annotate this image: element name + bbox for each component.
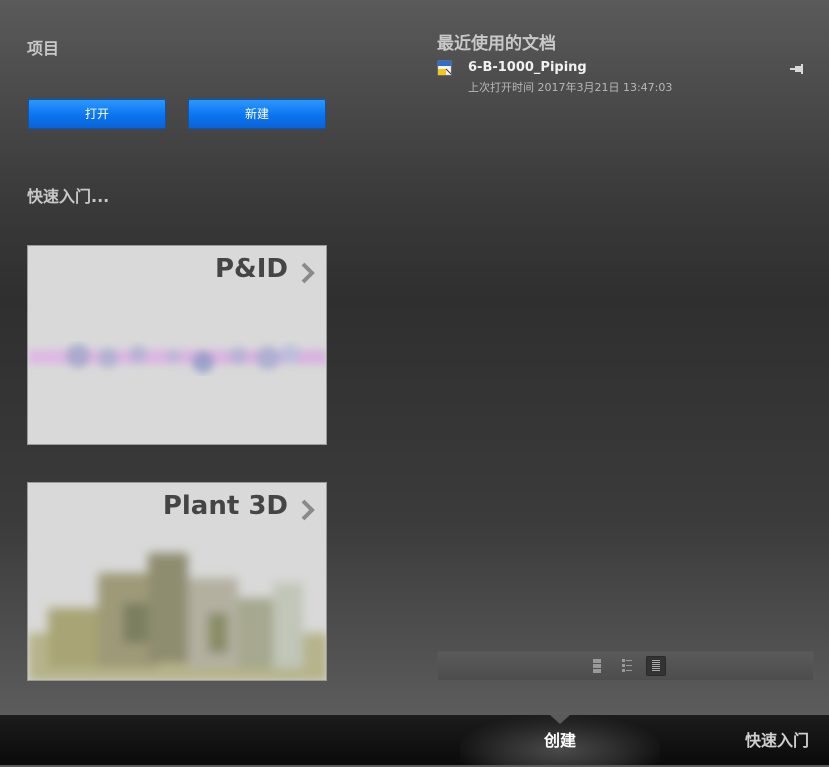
plant3d-quickstart-card[interactable]: Plant 3D	[27, 482, 327, 681]
view-mode-bar	[437, 651, 814, 681]
projects-title: 项目	[27, 39, 60, 58]
new-button[interactable]: 新建	[188, 99, 326, 129]
large-list-view-icon[interactable]	[587, 656, 607, 676]
recent-doc-item[interactable]: 6-B-1000_Piping 上次打开时间 2017年3月21日 13:47:…	[437, 58, 817, 96]
detail-list-view-icon[interactable]	[617, 656, 637, 676]
chevron-right-icon	[301, 262, 315, 284]
tab-quick-start[interactable]: 快速入门	[725, 715, 829, 765]
open-button[interactable]: 打开	[28, 99, 166, 129]
recent-doc-opened-time: 上次打开时间 2017年3月21日 13:47:03	[468, 81, 673, 94]
pin-icon[interactable]	[790, 63, 806, 75]
compact-list-view-icon[interactable]	[646, 656, 666, 676]
pid-quickstart-card[interactable]: P&ID	[27, 245, 327, 445]
chevron-right-icon	[301, 499, 315, 521]
bottom-tab-bar: 创建 快速入门	[0, 715, 829, 765]
quick-start-title: 快速入门...	[27, 187, 110, 206]
recent-doc-name: 6-B-1000_Piping	[468, 60, 587, 75]
recent-docs-title: 最近使用的文档	[437, 34, 556, 54]
plant3d-card-title: Plant 3D	[162, 491, 288, 521]
pid-card-title: P&ID	[215, 254, 288, 284]
active-tab-indicator	[550, 715, 570, 724]
dwg-file-icon	[437, 60, 452, 76]
